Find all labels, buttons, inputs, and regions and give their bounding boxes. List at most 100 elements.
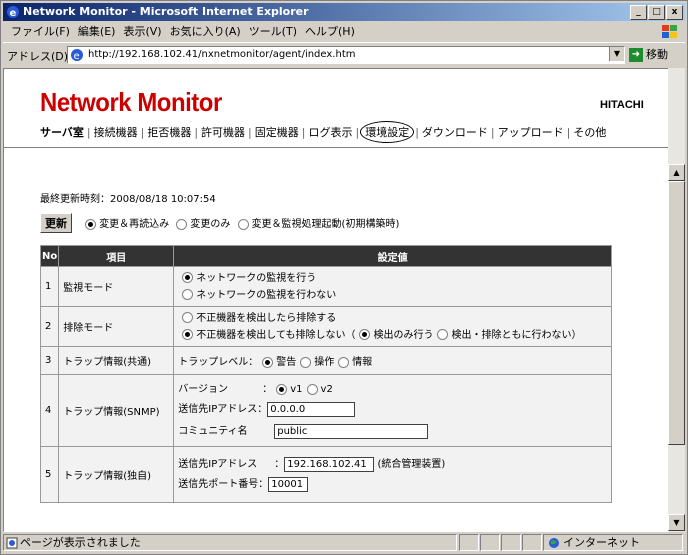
title-bar: e Network Monitor - Microsoft Internet E… <box>3 3 685 21</box>
option-label: 不正機器を検出したら排除する <box>196 312 337 324</box>
row-value: 送信先IPアドレス： 192.168.102.41 (統合管理装置) 送信先ポート… <box>173 446 612 503</box>
row-value: 不正機器を検出したら排除する 不正機器を検出しても排除しない（ 検出のみ行う 検出・… <box>173 306 612 347</box>
trap-warning-radio[interactable] <box>262 356 274 368</box>
ip-note: (統合管理装置) <box>377 459 446 470</box>
status-bar: ページが表示されました インターネット <box>3 533 685 552</box>
menu-view[interactable]: 表示(V) <box>119 22 165 42</box>
row-no: 3 <box>39 346 60 375</box>
no-detect-radio[interactable] <box>437 329 449 340</box>
page-done-icon <box>6 537 18 549</box>
update-option-label: 変更＆再読込み <box>99 219 170 230</box>
scroll-down-button[interactable]: ▼ <box>668 514 685 531</box>
go-label: 移動 <box>646 48 668 61</box>
header-value: 設定値 <box>173 245 612 267</box>
option-label: 操作 <box>314 357 335 368</box>
nav-connected[interactable]: 接続機器 <box>94 126 138 139</box>
ie-icon: e <box>7 6 19 19</box>
option-label: 警告 <box>276 357 297 368</box>
browser-window: e Network Monitor - Microsoft Internet E… <box>0 0 688 555</box>
nav-server-room[interactable]: サーバ室 <box>40 126 84 139</box>
ip-label: 送信先IPアドレス <box>178 459 258 470</box>
menu-edit[interactable]: 編集(E) <box>74 22 120 42</box>
go-arrow-icon: ➜ <box>629 48 643 62</box>
nav-rejected[interactable]: 拒否機器 <box>147 126 191 139</box>
option-label: 検出・排除ともに行わない） <box>451 329 582 341</box>
divider <box>4 147 668 149</box>
row-item: 監視モード <box>58 266 175 307</box>
row-item: トラップ情報(独自) <box>58 446 175 503</box>
svg-text:e: e <box>74 51 80 62</box>
update-option-label: 変更＆監視処理起動(初期構築時) <box>251 219 400 230</box>
detect-only-radio[interactable] <box>359 329 371 340</box>
table-row: 5 トラップ情報(独自) 送信先IPアドレス： 192.168.102.41 (統… <box>39 446 612 503</box>
monitor-off-radio[interactable] <box>182 289 194 300</box>
update-radio-change-only[interactable] <box>176 218 188 230</box>
last-update-text: 最終更新時刻：2008/08/18 10:07:54 <box>40 194 216 205</box>
trap-operation-radio[interactable] <box>300 356 312 368</box>
vendor-logo: HITACHI <box>600 99 644 111</box>
option-label: v1 <box>290 384 303 395</box>
menu-file[interactable]: ファイル(F) <box>7 22 74 42</box>
snmp-v1-radio[interactable] <box>276 383 288 395</box>
row-no: 5 <box>39 446 60 503</box>
row-no: 1 <box>39 266 60 307</box>
window-title: Network Monitor - Microsoft Internet Exp… <box>23 5 309 18</box>
snmp-ip-input[interactable]: 0.0.0.0 <box>267 401 356 417</box>
table-row: 1 監視モード ネットワークの監視を行う ネットワークの監視を行わない <box>39 266 612 307</box>
snmp-v2-radio[interactable] <box>306 383 318 395</box>
table-row: 2 排除モード 不正機器を検出したら排除する 不正機器を検出しても排除しない（ 検… <box>39 306 612 347</box>
port-input[interactable]: 10001 <box>268 476 309 492</box>
own-ip-input[interactable]: 192.168.102.41 <box>284 456 375 472</box>
menu-help[interactable]: ヘルプ(H) <box>301 22 359 42</box>
scroll-up-button[interactable]: ▲ <box>668 164 685 181</box>
page-content: Network Monitor HITACHI サーバ室 | 接続機器 | 拒否機器 | 許… <box>3 68 669 532</box>
go-button[interactable]: ➜ 移動 <box>629 46 683 63</box>
trap-level-label: トラップレベル： <box>178 357 259 368</box>
exclude-off-radio[interactable] <box>182 329 194 340</box>
menu-tools[interactable]: ツール(T) <box>245 22 301 42</box>
status-text: ページが表示されました <box>20 536 141 549</box>
minimize-button[interactable]: _ <box>630 5 647 20</box>
option-label: 検出のみ行う <box>373 329 434 341</box>
page-icon: e <box>71 49 83 62</box>
update-radio-start[interactable] <box>237 218 249 230</box>
close-button[interactable]: x <box>666 5 683 20</box>
maximize-button[interactable]: □ <box>648 5 665 20</box>
address-dropdown-button[interactable]: ▼ <box>609 47 624 61</box>
nav-menu: サーバ室 | 接続機器 | 拒否機器 | 許可機器 | 固定機器 | ログ表示 | 環境設定 | ダウンロー… <box>40 121 606 143</box>
monitor-on-radio[interactable] <box>182 272 194 283</box>
row-no: 4 <box>39 374 60 447</box>
windows-logo-icon <box>662 25 677 38</box>
option-label: v2 <box>320 384 333 395</box>
nav-allowed[interactable]: 許可機器 <box>201 126 245 139</box>
update-radio-reload[interactable] <box>85 218 97 230</box>
nav-download[interactable]: ダウンロード <box>422 126 488 139</box>
menu-bar: ファイル(F) 編集(E) 表示(V) お気に入り(A) ツール(T) ヘルプ(H) <box>3 22 685 43</box>
row-no: 2 <box>39 306 60 347</box>
header-no: No <box>39 245 60 267</box>
menu-favorites[interactable]: お気に入り(A) <box>166 22 245 42</box>
row-value: トラップレベル： 警告 操作 情報 <box>173 346 612 375</box>
scroll-thumb[interactable] <box>668 181 685 445</box>
port-label: 送信先ポート番号： <box>178 479 269 490</box>
row-item: 排除モード <box>58 306 175 347</box>
row-item: トラップ情報(共通) <box>58 346 175 375</box>
nav-fixed[interactable]: 固定機器 <box>255 126 299 139</box>
community-input[interactable]: public <box>274 423 429 439</box>
nav-other[interactable]: その他 <box>573 126 606 139</box>
table-row: 3 トラップ情報(共通) トラップレベル： 警告 操作 情報 <box>39 346 612 375</box>
trap-info-radio[interactable] <box>338 356 350 368</box>
address-label: アドレス(D) <box>7 50 69 63</box>
vertical-scrollbar[interactable]: ▲ ▼ <box>668 68 685 532</box>
nav-settings[interactable]: 環境設定 <box>360 121 415 143</box>
community-label: コミュニティ名 <box>178 426 248 437</box>
exclude-on-radio[interactable] <box>182 312 194 323</box>
table-row: 4 トラップ情報(SNMP) バージョン： v1 v2 送信先IPアドレス： 0.0.… <box>39 374 612 447</box>
nav-upload[interactable]: アップロード <box>498 126 564 139</box>
nav-log[interactable]: ログ表示 <box>308 126 352 139</box>
update-button[interactable]: 更新 <box>40 213 72 233</box>
address-input[interactable]: e http://192.168.102.41/nxnetmonitor/age… <box>67 46 625 64</box>
zone-text: インターネット <box>563 536 640 549</box>
internet-zone-icon <box>549 538 559 548</box>
update-controls: 更新 変更＆再読込み 変更のみ 変更＆監視処理起動(初期構築時) <box>40 213 399 233</box>
